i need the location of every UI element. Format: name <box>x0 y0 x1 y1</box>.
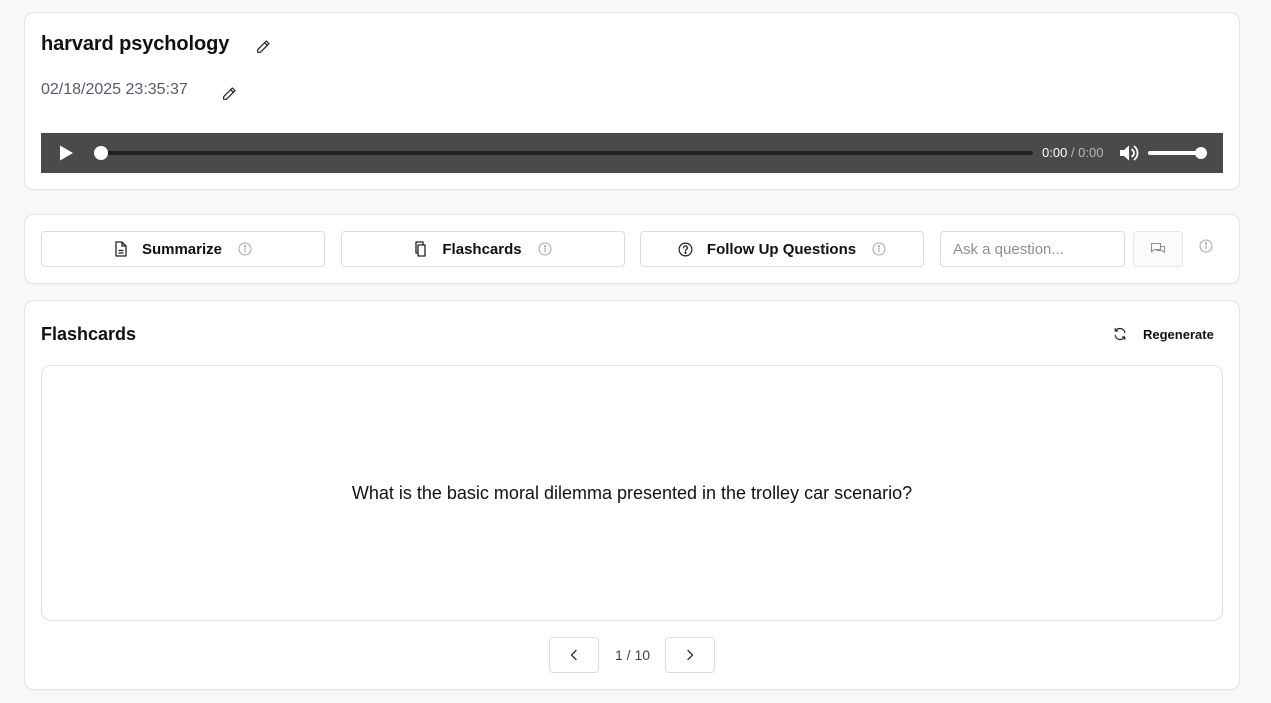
info-icon[interactable] <box>872 242 886 256</box>
seek-thumb[interactable] <box>94 146 108 160</box>
flashcards-label: Flashcards <box>442 240 522 258</box>
refresh-icon <box>1114 327 1126 341</box>
info-icon[interactable] <box>238 242 252 256</box>
document-icon <box>115 241 127 257</box>
card-counter: 1 / 10 <box>615 647 651 663</box>
help-circle-icon <box>678 242 693 256</box>
regenerate-button[interactable]: Regenerate <box>1105 319 1222 349</box>
ask-send-button[interactable] <box>1133 231 1183 267</box>
regenerate-label: Regenerate <box>1143 326 1214 342</box>
volume-thumb[interactable] <box>1195 147 1207 159</box>
edit-title-button[interactable] <box>253 37 273 57</box>
play-icon <box>60 145 73 161</box>
summarize-label: Summarize <box>141 240 223 258</box>
flashcard-question: What is the basic moral dilemma presente… <box>351 482 913 503</box>
chat-bubbles-icon <box>1150 242 1166 254</box>
volume-slider[interactable] <box>1148 151 1202 155</box>
edit-datetime-button[interactable] <box>219 84 239 104</box>
recording-datetime: 02/18/2025 23:35:37 <box>41 81 188 98</box>
flashcards-card: Flashcards Regenerate What is the basic … <box>24 300 1240 690</box>
mute-button[interactable] <box>1119 144 1139 162</box>
recording-title: harvard psychology <box>41 33 230 55</box>
current-time: 0:00 <box>1042 145 1068 160</box>
chevron-left-icon <box>570 649 577 661</box>
audio-player: 0:00 / 0:00 <box>41 133 1223 173</box>
duration: 0:00 <box>1078 145 1104 160</box>
previous-card-button[interactable] <box>549 637 599 673</box>
time-display: 0:00 / 0:00 <box>1042 145 1103 160</box>
follow-up-questions-button[interactable]: Follow Up Questions <box>640 231 924 267</box>
ask-question-input[interactable] <box>940 231 1125 267</box>
recording-header-card: harvard psychology 02/18/2025 23:35:37 0… <box>24 12 1240 190</box>
pencil-icon <box>257 40 270 53</box>
time-separator: / <box>1067 145 1079 160</box>
play-button[interactable] <box>57 144 75 162</box>
next-card-button[interactable] <box>665 637 715 673</box>
flashcards-button[interactable]: Flashcards <box>341 231 625 267</box>
chevron-right-icon <box>687 649 694 661</box>
flashcard[interactable]: What is the basic moral dilemma presente… <box>41 365 1223 621</box>
volume-icon <box>1120 145 1139 161</box>
title-row: harvard psychology <box>41 33 229 56</box>
pencil-icon <box>223 87 236 100</box>
actions-card: Summarize Flashcards Follow Up Questions <box>24 214 1240 284</box>
flashcards-heading: Flashcards <box>41 324 137 344</box>
summarize-button[interactable]: Summarize <box>41 231 325 267</box>
info-icon[interactable] <box>538 242 552 256</box>
info-icon[interactable] <box>1199 239 1213 253</box>
copy-icon <box>415 241 427 257</box>
follow-up-questions-label: Follow Up Questions <box>706 240 857 258</box>
seek-bar[interactable] <box>94 146 1033 160</box>
